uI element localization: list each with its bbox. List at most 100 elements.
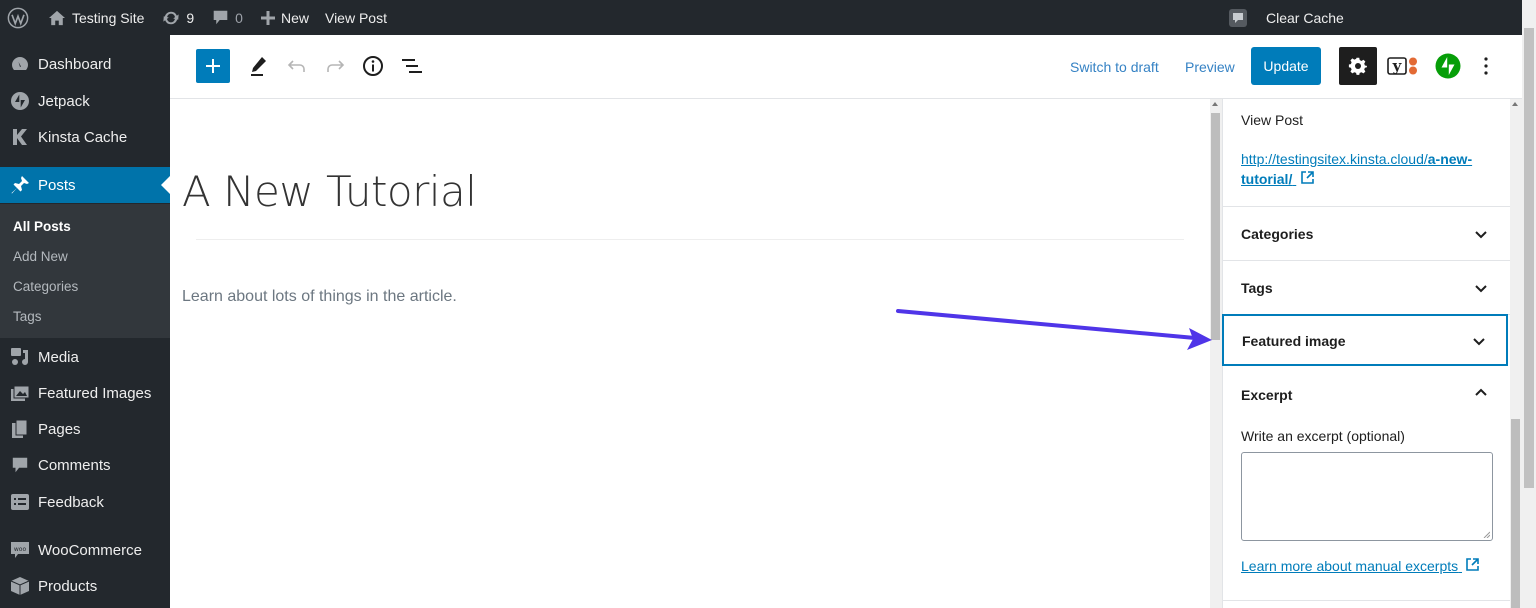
permalink-slug: a-new- — [1427, 151, 1473, 167]
paragraph-block[interactable]: Learn about lots of things in the articl… — [182, 288, 457, 306]
sidebar-item-pages[interactable]: Pages — [0, 411, 170, 447]
sidebar-item-dashboard[interactable]: Dashboard — [0, 46, 170, 82]
sidebar-item-products[interactable]: Products — [0, 568, 170, 604]
sidebar-item-posts[interactable]: Posts — [0, 167, 170, 203]
permalink-link[interactable]: http://testingsitex.kinsta.cloud/a-new- … — [1241, 149, 1491, 189]
yoast-seo-button[interactable]: y — [1386, 53, 1420, 79]
sidebar-item-label: Feedback — [38, 493, 104, 511]
sidebar-item-label: Kinsta Cache — [38, 128, 128, 146]
sidebar-item-label: Products — [38, 577, 98, 595]
submenu-all-posts[interactable]: All Posts — [13, 219, 71, 234]
list-view-button[interactable] — [399, 53, 425, 79]
featured-image-heading: Featured image — [1242, 333, 1346, 349]
chevron-down-icon — [1475, 285, 1487, 293]
new-content-link[interactable]: New — [254, 0, 316, 35]
list-view-icon — [402, 59, 422, 73]
wordpress-logo-button[interactable] — [0, 0, 41, 35]
sidebar-item-label: Dashboard — [38, 55, 112, 73]
pin-icon — [0, 175, 38, 195]
window-scrollbar[interactable] — [1522, 0, 1536, 608]
svg-text:woo: woo — [14, 546, 27, 553]
switch-to-draft-button[interactable]: Switch to draft — [1070, 59, 1159, 75]
categories-panel[interactable]: Categories — [1223, 207, 1510, 261]
sidebar-item-woocommerce[interactable]: woo WooCommerce — [0, 532, 170, 568]
chevron-down-icon — [1473, 338, 1485, 346]
chevron-down-icon — [1475, 231, 1487, 239]
title-separator — [196, 239, 1184, 240]
view-post-label: View Post — [324, 9, 387, 26]
site-name-link[interactable]: Testing Site — [41, 0, 151, 35]
jetpack-button[interactable] — [1434, 52, 1462, 80]
post-title[interactable]: A New Tutorial — [182, 167, 477, 216]
comment-icon — [213, 10, 228, 25]
updates-count: 9 — [186, 9, 195, 26]
chevron-up-icon[interactable] — [1474, 385, 1488, 399]
sidebar-item-label: Jetpack — [38, 92, 90, 110]
excerpt-textarea[interactable] — [1241, 452, 1493, 541]
more-options-button[interactable] — [1473, 53, 1499, 79]
feedback-icon — [0, 493, 38, 511]
preview-button[interactable]: Preview — [1185, 59, 1235, 75]
info-icon — [363, 56, 383, 76]
sidebar-item-feedback[interactable]: Feedback — [0, 484, 170, 520]
settings-sidebar: View Post http://testingsitex.kinsta.clo… — [1222, 99, 1510, 608]
resize-handle-icon[interactable] — [1483, 531, 1490, 538]
sidebar-item-media[interactable]: Media — [0, 339, 170, 375]
comments-count: 0 — [235, 9, 243, 26]
clear-cache-label: Clear Cache — [1266, 9, 1344, 26]
sidebar-item-jetpack[interactable]: Jetpack — [0, 83, 170, 119]
updates-link[interactable]: 9 — [155, 0, 201, 35]
scroll-up-arrow-icon[interactable] — [1212, 102, 1218, 106]
redo-button[interactable] — [322, 53, 348, 79]
scroll-up-arrow-icon[interactable] — [1512, 102, 1518, 106]
plus-icon — [206, 59, 220, 73]
scrollbar-thumb[interactable] — [1511, 419, 1520, 608]
sidebar-item-label: Pages — [38, 420, 81, 438]
active-indicator — [161, 176, 170, 194]
sidebar-item-label: Featured Images — [38, 384, 152, 402]
permalink-slug: tutorial/ — [1241, 171, 1293, 187]
home-icon — [49, 10, 65, 25]
details-button[interactable] — [360, 53, 386, 79]
submenu-add-new[interactable]: Add New — [13, 249, 68, 264]
add-block-button[interactable] — [196, 49, 230, 83]
excerpt-label: Write an excerpt (optional) — [1241, 428, 1405, 444]
featured-image-panel[interactable]: Featured image — [1222, 314, 1508, 366]
submenu-tags[interactable]: Tags — [13, 309, 42, 324]
tools-button[interactable] — [245, 53, 271, 79]
excerpt-help-label: Learn more about manual excerpts — [1241, 558, 1459, 574]
editor-header: Switch to draft Preview Update y — [170, 35, 1522, 99]
scrollbar-thumb[interactable] — [1211, 113, 1220, 340]
sidebar-item-label: Media — [38, 348, 79, 366]
yoast-icon: y — [1387, 57, 1417, 75]
undo-button[interactable] — [284, 53, 310, 79]
excerpt-heading[interactable]: Excerpt — [1241, 387, 1292, 403]
wordpress-icon — [7, 7, 29, 28]
tags-panel[interactable]: Tags — [1223, 261, 1510, 315]
permalink-prefix: http://testingsitex.kinsta.cloud/ — [1241, 151, 1428, 167]
submenu-categories[interactable]: Categories — [13, 279, 78, 294]
external-link-icon — [1466, 558, 1479, 571]
view-post-heading: View Post — [1241, 112, 1303, 128]
pages-icon — [0, 419, 38, 439]
clear-cache-link[interactable]: Clear Cache — [1228, 0, 1344, 35]
updates-icon — [163, 11, 180, 24]
sidebar-item-featured-images[interactable]: Featured Images — [0, 375, 170, 411]
sidebar-item-label: Comments — [38, 456, 111, 474]
sidebar-item-comments[interactable]: Comments — [0, 447, 170, 483]
sidebar-item-kinsta-cache[interactable]: Kinsta Cache — [0, 119, 170, 155]
update-button[interactable]: Update — [1251, 47, 1321, 85]
posts-submenu: All Posts Add New Categories Tags — [0, 204, 170, 338]
comment-icon — [0, 456, 38, 474]
settings-button[interactable] — [1339, 47, 1377, 85]
view-post-link[interactable]: View Post — [318, 0, 394, 35]
sidebar-item-label: Posts — [38, 176, 76, 194]
tags-heading: Tags — [1241, 280, 1273, 296]
sidebar-scrollbar[interactable] — [1510, 99, 1522, 608]
excerpt-help-link[interactable]: Learn more about manual excerpts — [1241, 557, 1480, 574]
site-name: Testing Site — [72, 9, 145, 26]
cache-icon — [1229, 8, 1247, 27]
scrollbar-thumb[interactable] — [1524, 28, 1534, 488]
comments-link[interactable]: 0 — [205, 0, 250, 35]
editor-scrollbar[interactable] — [1210, 99, 1222, 608]
